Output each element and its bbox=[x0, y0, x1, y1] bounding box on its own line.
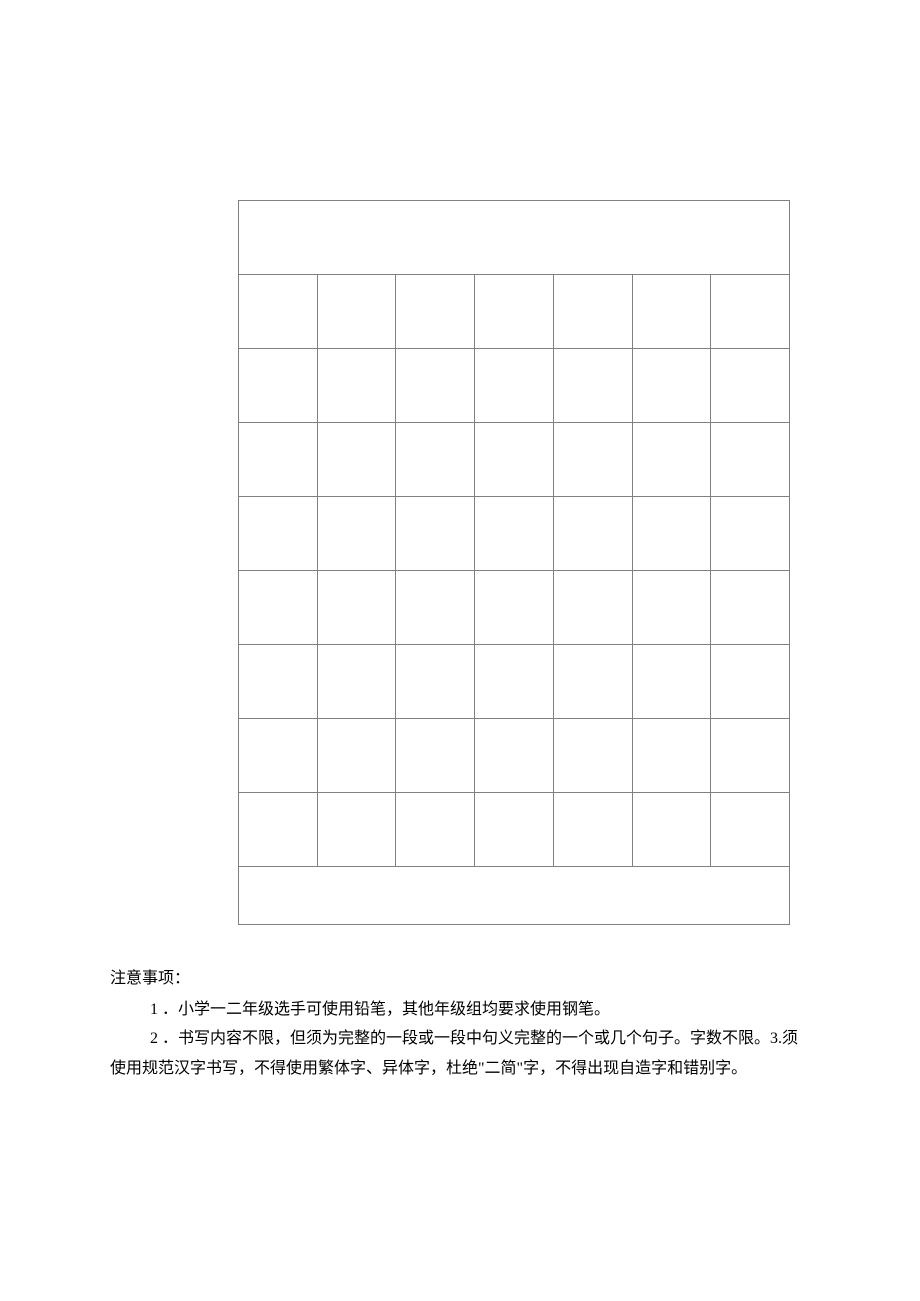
note-item-2: 2 ．书写内容不限，但须为完整的一段或一段中句义完整的一个或几个句子。字数不限。… bbox=[110, 1025, 810, 1052]
grid-cell bbox=[475, 497, 554, 571]
grid-cell bbox=[475, 645, 554, 719]
grid-cell bbox=[396, 645, 475, 719]
grid-cell bbox=[475, 571, 554, 645]
grid-cell bbox=[553, 645, 632, 719]
grid-cell bbox=[553, 571, 632, 645]
grid-cell bbox=[317, 497, 396, 571]
table-footer-row bbox=[239, 867, 790, 925]
table-row bbox=[239, 497, 790, 571]
grid-cell bbox=[553, 423, 632, 497]
grid-cell bbox=[317, 793, 396, 867]
grid-cell bbox=[711, 349, 790, 423]
grid-cell bbox=[239, 571, 318, 645]
table-row bbox=[239, 645, 790, 719]
grid-cell bbox=[317, 423, 396, 497]
note-text: 书写内容不限，但须为完整的一段或一段中句义完整的一个或几个句子。字数不限。3.须 bbox=[178, 1030, 798, 1047]
grid-cell bbox=[239, 349, 318, 423]
grid-cell bbox=[553, 349, 632, 423]
grid-cell bbox=[317, 349, 396, 423]
grid-cell bbox=[632, 497, 711, 571]
grid-cell bbox=[396, 497, 475, 571]
grid-cell bbox=[239, 793, 318, 867]
grid-cell bbox=[711, 719, 790, 793]
grid-cell bbox=[711, 571, 790, 645]
grid-cell bbox=[632, 571, 711, 645]
table-row bbox=[239, 275, 790, 349]
grid-cell bbox=[239, 423, 318, 497]
grid-cell bbox=[475, 349, 554, 423]
grid-cell bbox=[317, 645, 396, 719]
table-row bbox=[239, 571, 790, 645]
grid-cell bbox=[711, 423, 790, 497]
note-item-2-continuation: 使用规范汉字书写，不得使用繁体字、异体字，杜绝"二简"字，不得出现自造字和错别字… bbox=[110, 1055, 810, 1082]
grid-cell bbox=[711, 645, 790, 719]
footer-merged-cell bbox=[239, 867, 790, 925]
grid-cell bbox=[711, 275, 790, 349]
grid-cell bbox=[317, 719, 396, 793]
grid-cell bbox=[632, 349, 711, 423]
grid-cell bbox=[396, 275, 475, 349]
grid-cell bbox=[553, 793, 632, 867]
grid-cell bbox=[632, 423, 711, 497]
grid-cell bbox=[553, 497, 632, 571]
note-text: 小学一二年级选手可使用铅笔，其他年级组均要求使用钢笔。 bbox=[178, 1001, 610, 1018]
notes-title: 注意事项： bbox=[110, 965, 810, 992]
header-merged-cell bbox=[239, 201, 790, 275]
grid-cell bbox=[475, 275, 554, 349]
grid-cell bbox=[396, 571, 475, 645]
grid-cell bbox=[317, 275, 396, 349]
grid-cell bbox=[239, 645, 318, 719]
grid-cell bbox=[632, 719, 711, 793]
grid-cell bbox=[475, 719, 554, 793]
table-row bbox=[239, 423, 790, 497]
note-prefix: 1 ． bbox=[150, 1001, 178, 1018]
grid-cell bbox=[396, 719, 475, 793]
table-row bbox=[239, 719, 790, 793]
grid-cell bbox=[239, 719, 318, 793]
grid-cell bbox=[396, 423, 475, 497]
table-row bbox=[239, 793, 790, 867]
grid-cell bbox=[553, 275, 632, 349]
grid-cell bbox=[632, 645, 711, 719]
grid-cell bbox=[396, 349, 475, 423]
table-header-row bbox=[239, 201, 790, 275]
grid-cell bbox=[239, 497, 318, 571]
grid-cell bbox=[475, 423, 554, 497]
note-prefix: 2 ． bbox=[150, 1030, 178, 1047]
grid-cell bbox=[711, 793, 790, 867]
grid-cell bbox=[396, 793, 475, 867]
grid-cell bbox=[553, 719, 632, 793]
grid-cell bbox=[711, 497, 790, 571]
note-item-1: 1 ．小学一二年级选手可使用铅笔，其他年级组均要求使用钢笔。 bbox=[110, 996, 810, 1023]
notes-section: 注意事项： 1 ．小学一二年级选手可使用铅笔，其他年级组均要求使用钢笔。 2 ．… bbox=[110, 965, 810, 1082]
table-row bbox=[239, 349, 790, 423]
grid-cell bbox=[632, 275, 711, 349]
grid-cell bbox=[475, 793, 554, 867]
writing-grid-table bbox=[238, 200, 790, 925]
grid-cell bbox=[632, 793, 711, 867]
grid-cell bbox=[239, 275, 318, 349]
grid-cell bbox=[317, 571, 396, 645]
